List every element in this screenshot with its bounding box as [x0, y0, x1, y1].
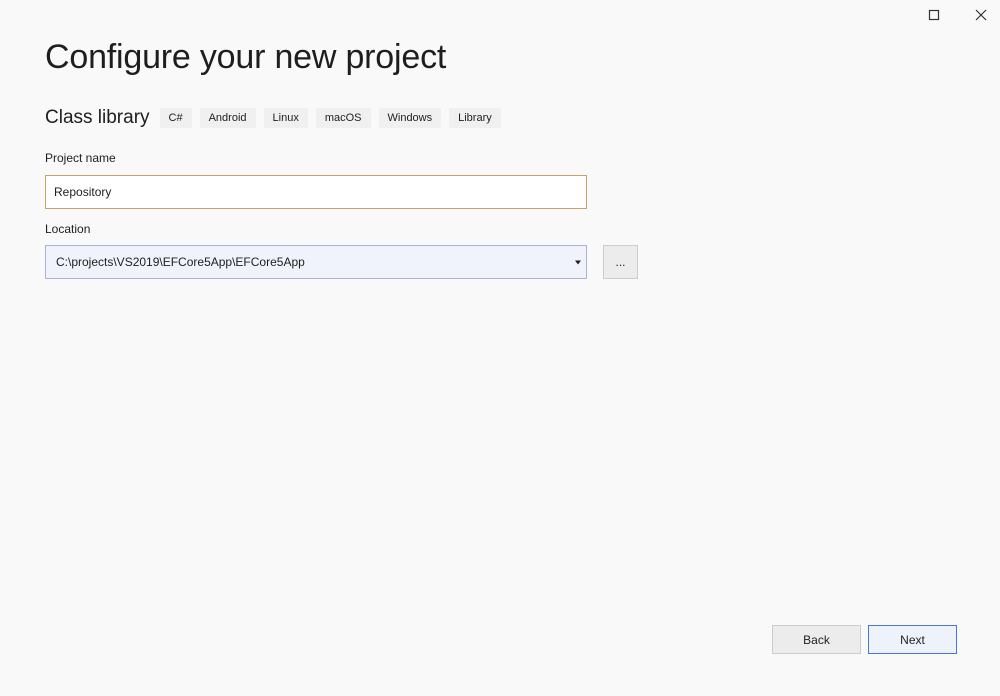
- location-combobox[interactable]: C:\projects\VS2019\EFCore5App\EFCore5App: [45, 245, 587, 279]
- tag-macos: macOS: [315, 108, 371, 128]
- tag-windows: Windows: [378, 108, 442, 128]
- next-button[interactable]: Next: [868, 625, 957, 654]
- location-value[interactable]: C:\projects\VS2019\EFCore5App\EFCore5App: [46, 255, 570, 269]
- maximize-icon: [928, 9, 940, 21]
- page-title: Configure your new project: [45, 38, 447, 76]
- tag-library: Library: [449, 108, 501, 128]
- dropdown-arrow-icon[interactable]: [570, 246, 586, 278]
- close-button[interactable]: [958, 0, 1000, 30]
- project-name-input[interactable]: [45, 175, 587, 209]
- template-name: Class library: [45, 107, 150, 128]
- back-button[interactable]: Back: [772, 625, 861, 654]
- tag-android: Android: [199, 108, 256, 128]
- tag-csharp: C#: [159, 108, 192, 128]
- maximize-button[interactable]: [911, 0, 957, 30]
- close-icon: [975, 9, 987, 21]
- browse-button[interactable]: ...: [603, 245, 638, 279]
- location-label: Location: [45, 222, 91, 236]
- tag-linux: Linux: [263, 108, 308, 128]
- template-summary: Class library C# Android Linux macOS Win…: [45, 104, 509, 132]
- project-name-label: Project name: [45, 151, 116, 165]
